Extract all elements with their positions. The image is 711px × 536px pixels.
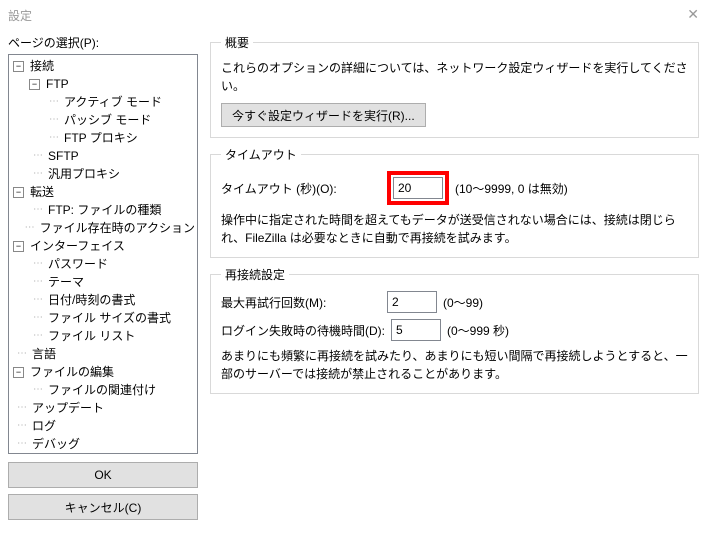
delay-label: ログイン失敗時の待機時間(D): [221, 322, 385, 339]
delay-hint: (0〜999 秒) [447, 322, 509, 339]
left-panel: ページの選択(P): −接続 −FTP ⋯アクティブ モード ⋯パッシブ モード… [0, 30, 206, 536]
right-panel: 概要 これらのオプションの詳細については、ネットワーク設定ウィザードを実行してく… [206, 30, 711, 536]
timeout-hint: (10〜9999, 0 は無効) [455, 180, 568, 197]
tree-dateformat[interactable]: 日付/時刻の書式 [46, 291, 137, 309]
tree-branch-icon: ⋯ [17, 399, 28, 417]
tree-ftp[interactable]: FTP [44, 75, 71, 93]
titlebar: 設定 ✕ [0, 0, 711, 30]
tree-branch-icon: ⋯ [17, 417, 28, 435]
tree-branch-icon: ⋯ [49, 129, 60, 147]
tree-debug[interactable]: デバッグ [30, 435, 82, 453]
tree-language[interactable]: 言語 [30, 345, 58, 363]
tree-branch-icon: ⋯ [33, 201, 44, 219]
tree-active[interactable]: アクティブ モード [62, 93, 164, 111]
reconnect-legend: 再接続設定 [221, 266, 289, 283]
tree-branch-icon: ⋯ [25, 219, 36, 237]
toggle-icon[interactable]: − [13, 187, 24, 198]
tree-branch-icon: ⋯ [17, 435, 28, 453]
highlight-box [387, 171, 449, 205]
tree-genericproxy[interactable]: 汎用プロキシ [46, 165, 122, 183]
tree-connection[interactable]: 接続 [28, 57, 56, 75]
run-wizard-button[interactable]: 今すぐ設定ウィザードを実行(R)... [221, 103, 426, 127]
cancel-button[interactable]: キャンセル(C) [8, 494, 198, 520]
timeout-input[interactable] [393, 177, 443, 199]
max-retry-label: 最大再試行回数(M): [221, 294, 381, 311]
max-retry-hint: (0〜99) [443, 294, 483, 311]
delay-input[interactable] [391, 319, 441, 341]
overview-desc: これらのオプションの詳細については、ネットワーク設定ウィザードを実行してください… [221, 59, 688, 95]
tree-interface[interactable]: インターフェイス [28, 237, 127, 255]
page-tree[interactable]: −接続 −FTP ⋯アクティブ モード ⋯パッシブ モード ⋯FTP プロキシ … [8, 54, 198, 454]
tree-branch-icon: ⋯ [17, 345, 28, 363]
ok-button[interactable]: OK [8, 462, 198, 488]
timeout-label: タイムアウト (秒)(O): [221, 180, 381, 197]
tree-branch-icon: ⋯ [49, 93, 60, 111]
tree-transfer[interactable]: 転送 [28, 183, 56, 201]
max-retry-input[interactable] [387, 291, 437, 313]
tree-passive[interactable]: パッシブ モード [62, 111, 153, 129]
reconnect-desc: あまりにも頻繁に再接続を試みたり、あまりにも短い間隔で再接続しようとすると、一部… [221, 347, 688, 383]
tree-branch-icon: ⋯ [33, 255, 44, 273]
close-icon[interactable]: ✕ [687, 6, 699, 23]
tree-log[interactable]: ログ [30, 417, 58, 435]
tree-filesize[interactable]: ファイル サイズの書式 [46, 309, 173, 327]
tree-branch-icon: ⋯ [33, 309, 44, 327]
timeout-legend: タイムアウト [221, 146, 301, 163]
tree-branch-icon: ⋯ [33, 147, 44, 165]
window-title: 設定 [8, 7, 32, 24]
toggle-icon[interactable]: − [13, 241, 24, 252]
timeout-group: タイムアウト タイムアウト (秒)(O): (10〜9999, 0 は無効) 操… [210, 146, 699, 258]
timeout-desc: 操作中に指定された時間を超えてもデータが送受信されない場合には、接続は閉じられ、… [221, 211, 688, 247]
tree-theme[interactable]: テーマ [46, 273, 86, 291]
tree-branch-icon: ⋯ [49, 111, 60, 129]
tree-branch-icon: ⋯ [33, 327, 44, 345]
overview-legend: 概要 [221, 34, 253, 51]
tree-branch-icon: ⋯ [33, 381, 44, 399]
tree-fileexists[interactable]: ファイル存在時のアクション [38, 219, 197, 237]
toggle-icon[interactable]: − [13, 367, 24, 378]
page-select-label: ページの選択(P): [8, 34, 198, 51]
tree-ftpfiletypes[interactable]: FTP: ファイルの種類 [46, 201, 163, 219]
tree-sftp[interactable]: SFTP [46, 147, 81, 165]
tree-ftpproxy[interactable]: FTP プロキシ [62, 129, 140, 147]
reconnect-group: 再接続設定 最大再試行回数(M): (0〜99) ログイン失敗時の待機時間(D)… [210, 266, 699, 394]
tree-branch-icon: ⋯ [33, 273, 44, 291]
tree-branch-icon: ⋯ [33, 291, 44, 309]
tree-branch-icon: ⋯ [33, 165, 44, 183]
tree-filelist[interactable]: ファイル リスト [46, 327, 137, 345]
tree-fileedit[interactable]: ファイルの編集 [28, 363, 116, 381]
toggle-icon[interactable]: − [13, 61, 24, 72]
tree-password[interactable]: パスワード [46, 255, 110, 273]
overview-group: 概要 これらのオプションの詳細については、ネットワーク設定ウィザードを実行してく… [210, 34, 699, 138]
tree-update[interactable]: アップデート [30, 399, 106, 417]
toggle-icon[interactable]: − [29, 79, 40, 90]
tree-fileassoc[interactable]: ファイルの関連付け [46, 381, 158, 399]
